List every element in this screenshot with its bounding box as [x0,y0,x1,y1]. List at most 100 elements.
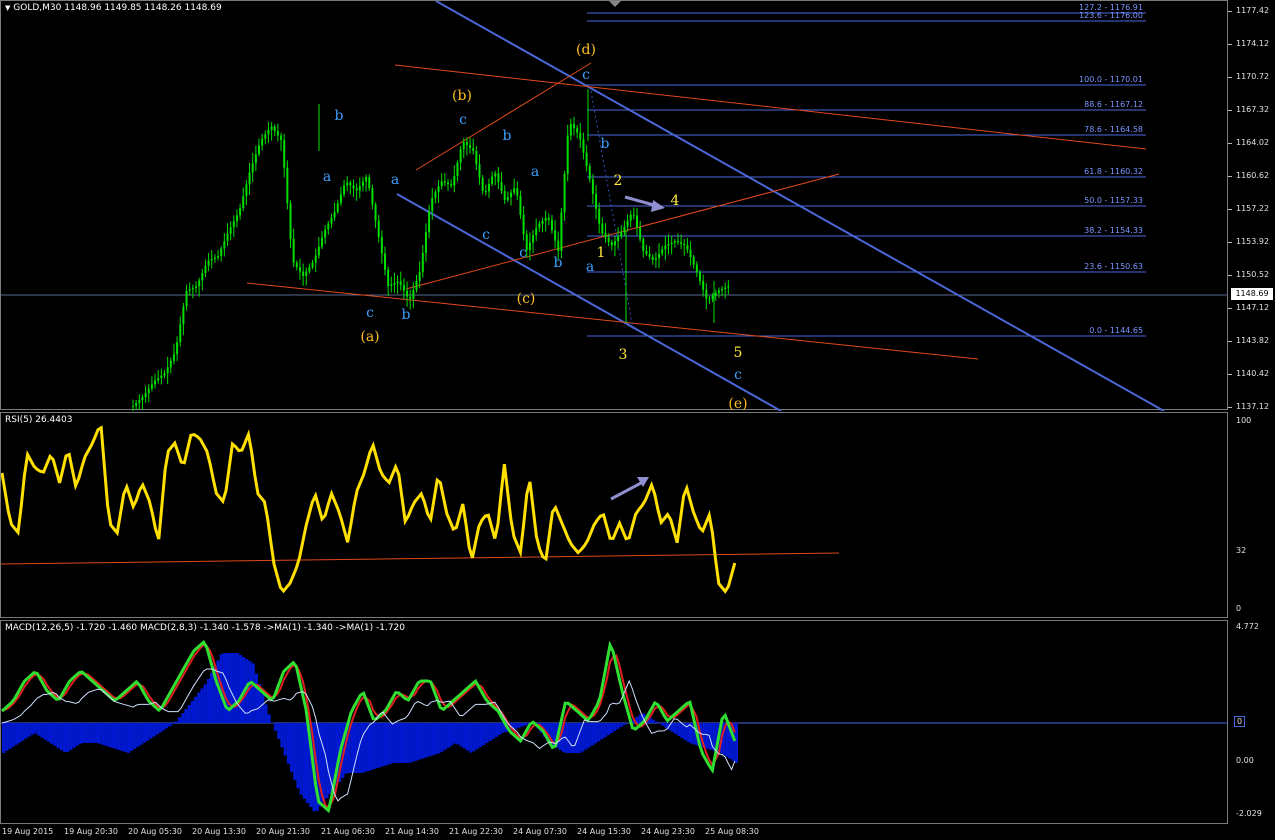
candle-body [667,244,670,246]
wave-label: a [530,164,540,180]
candle-body [601,223,604,234]
macd-histogram-bar [494,723,498,737]
candle-body [434,192,437,199]
macd-histogram-bar [430,723,434,756]
macd-histogram-bar [78,723,82,744]
candle-body [305,271,308,276]
candle-body [506,197,509,200]
candle-body [721,288,724,291]
price-tick-mark [1228,143,1232,144]
macd-histogram-bar [322,723,326,803]
macd-histogram-bar [130,723,134,751]
macd-histogram-bar [568,723,572,753]
candle-body [314,255,317,263]
candle-body [680,242,683,244]
candle-body [535,227,538,236]
macd-histogram-bar [405,723,409,763]
macd-histogram-bar [290,723,294,772]
candle-body [683,243,686,246]
candle-body [264,134,267,139]
rsi-trend-line [1,552,840,565]
candle-body [623,226,626,233]
candle-body [560,212,563,251]
wave-label: a [390,172,400,188]
macd-histogram-bar [411,723,415,762]
candle-body [459,149,462,163]
macd-histogram-bar [462,723,466,749]
candle-body [620,232,623,237]
price-tick-label: 1164.02 [1236,138,1270,147]
rsi-panel[interactable]: RSI(5) 26.4403 [0,412,1228,618]
candle-body [399,281,402,285]
candle-body [724,287,727,289]
macd-histogram-bar [24,723,28,739]
trend-line [415,62,592,171]
macd-histogram-bar [661,723,665,726]
candle-body [462,142,465,150]
macd-histogram-bar [501,723,505,733]
candle-body [487,183,490,192]
macd-histogram-bar [235,653,239,723]
candle-body [522,214,525,235]
candle-body [380,237,383,254]
wave-label: (d) [576,42,596,58]
candle-body [547,217,550,220]
candle-body [494,173,497,177]
candle-body [213,257,216,259]
macd-histogram-bar [485,723,489,744]
price-axis[interactable]: 1177.42 1174.12 1170.72 1167.32 1164.02 1160.… [1228,0,1275,411]
rsi-canvas[interactable] [1,413,1229,619]
macd-histogram-bar [152,723,156,737]
candle-body [604,233,607,238]
price-chart-panel[interactable]: ▼ GOLD,M30 1148.96 1149.85 1148.26 1148.… [0,0,1229,412]
macd-histogram-bar [171,723,175,725]
candle-body [135,403,138,406]
macd-histogram-bar [392,723,396,763]
candle-body [223,241,226,249]
macd-histogram-bar [706,723,710,749]
price-tick-mark [1228,11,1232,12]
candle-body [336,203,339,212]
macd-histogram-bar [158,723,162,733]
macd-histogram-bar [91,723,95,743]
macd-histogram-bar [523,723,527,726]
fib-level-label: 123.6 - 1176.00 [1079,11,1143,20]
candle-body [361,181,364,186]
candle-body [431,198,434,212]
macd-histogram-bar [299,723,303,795]
candle-body [368,177,371,189]
wave-label: 4 [670,193,680,209]
candle-body [154,380,157,385]
candle-body [440,181,443,187]
candle-body [402,284,405,291]
price-tick-mark [1228,275,1232,276]
wave-label: (c) [516,291,536,307]
candle-body [513,188,516,193]
candle-body [563,173,566,213]
macd-histogram-bar [286,723,290,764]
candle-body [717,290,720,293]
candle-body [280,135,283,140]
macd-canvas[interactable] [1,621,1229,825]
candle-body [588,166,591,180]
candle-body [503,191,506,200]
macd-histogram-bar [475,723,479,750]
macd-histogram-bar [469,723,473,753]
macd-histogram-bar [517,723,521,728]
candle-body [465,142,468,146]
candle-body [191,287,194,290]
price-tick-mark [1228,110,1232,111]
candle-body [595,193,598,209]
macd-histogram-bar [594,723,598,744]
rsi-line [1,425,737,594]
price-tick-label: 1150.52 [1236,270,1270,279]
candle-body [481,177,484,191]
price-chart-canvas[interactable] [1,1,1229,411]
candle-body [636,215,638,228]
price-tick-mark [1228,374,1232,375]
candle-body [261,138,264,146]
macd-histogram-bar [514,723,518,729]
macd-panel[interactable]: MACD(12,26,5) -1.720 -1.460 MACD(2,8,3) … [0,620,1229,825]
macd-histogram-bar [651,719,655,723]
candle-body [160,375,163,379]
